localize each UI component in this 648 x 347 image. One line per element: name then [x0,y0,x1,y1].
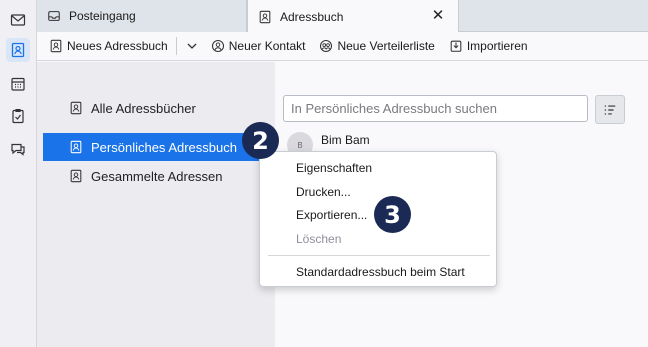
addressbook-list: Alle Adressbücher Persönliches Adressbuc… [37,62,275,347]
tab-bar: Posteingang Adressbuch ✕ [37,0,648,33]
tab-inbox-label: Posteingang [69,9,136,23]
new-contact-button[interactable]: Neuer Kontakt [207,35,310,57]
search-input[interactable]: In Persönliches Adressbuch suchen [283,95,588,122]
new-contact-label: Neuer Kontakt [228,39,306,53]
tab-addressbook[interactable]: Adressbuch ✕ [247,0,459,33]
new-list-label: Neue Verteilerliste [337,39,435,53]
addressbook-icon [70,169,82,183]
step-badge-3: 3 [374,196,411,233]
new-list-icon [320,39,333,53]
addressbook-item-label: Alle Adressbücher [91,100,196,116]
mail-icon [10,14,26,26]
import-icon [450,40,462,52]
step-badge-2: 2 [242,122,279,159]
addressbook-item-label: Gesammelte Adressen [91,168,223,184]
chevron-down-icon[interactable] [185,39,199,53]
addressbook-icon [259,10,271,23]
mail-space-button[interactable] [6,8,30,32]
import-label: Importieren [466,39,528,53]
addressbook-icon [70,140,82,154]
inbox-icon [48,11,60,21]
menu-item-print[interactable]: Drucken... [260,181,496,203]
tab-addressbook-label: Adressbuch [280,9,344,24]
tasks-space-button[interactable] [6,104,30,128]
chat-icon [11,143,25,156]
addressbook-icon [11,42,25,58]
menu-divider [268,255,490,256]
menu-item-properties[interactable]: Eigenschaften [260,157,496,179]
new-addressbook-label: Neues Adressbuch [67,39,168,53]
tab-inbox[interactable]: Posteingang [37,0,247,32]
tasks-icon [12,108,24,124]
calendar-space-button[interactable] [6,72,30,96]
addressbook-item-label: Persönliches Adressbuch [91,139,237,155]
spaces-toolbar [0,0,37,347]
list-options-button[interactable] [595,95,625,124]
menu-item-delete: Löschen [296,232,342,246]
addressbook-item-personal[interactable]: Persönliches Adressbuch [43,133,273,161]
menu-item-default-startup[interactable]: Standardadressbuch beim Start [260,261,496,283]
addressbook-space-button[interactable] [6,38,30,62]
close-icon[interactable]: ✕ [430,8,446,24]
new-addressbook-button[interactable]: Neues Adressbuch [45,35,172,57]
list-options-icon [604,104,616,115]
addressbook-item-collected[interactable]: Gesammelte Adressen [43,162,273,190]
toolbar-divider [175,37,177,55]
chat-space-button[interactable] [6,137,30,161]
new-contact-icon [211,39,224,53]
import-button[interactable]: Importieren [445,35,532,57]
addressbook-toolbar: Neues Adressbuch Neuer Kontakt Neue Vert… [37,32,648,61]
calendar-icon [11,77,25,91]
contact-name: Bim Bam [321,133,370,147]
new-list-button[interactable]: Neue Verteilerliste [315,35,438,57]
addressbook-item-all[interactable]: Alle Adressbücher [43,94,273,122]
addressbook-icon [70,101,82,115]
addressbook-icon [50,39,62,53]
